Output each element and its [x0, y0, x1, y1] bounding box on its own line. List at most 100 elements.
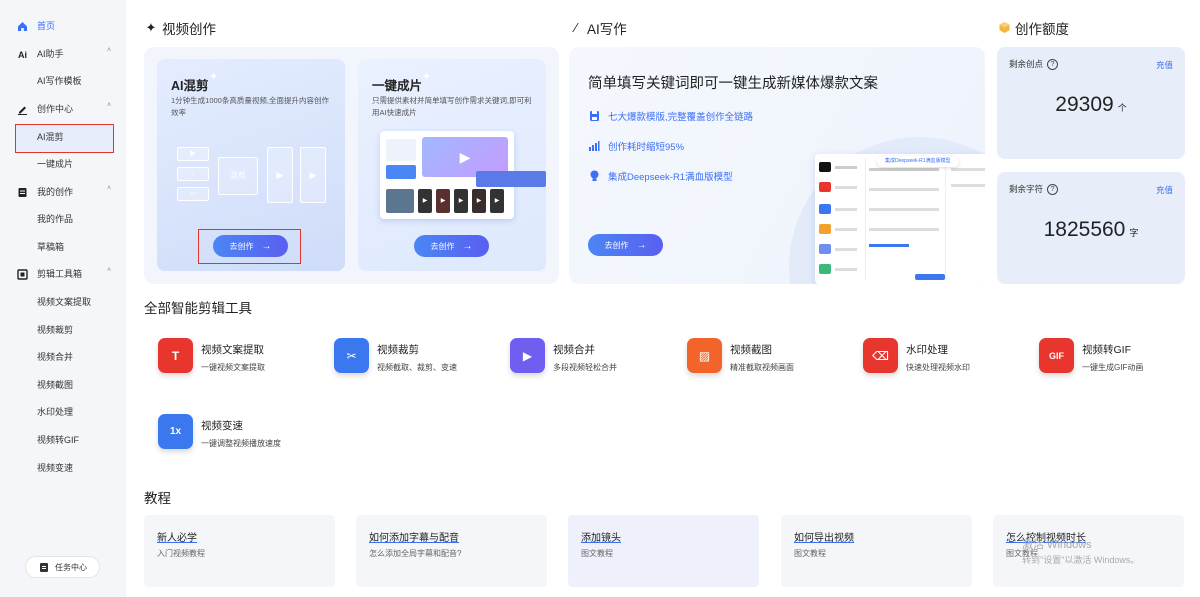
card-title: 一键成片 [372, 79, 423, 93]
sidebar-group-creation-center[interactable]: 创作中心 ˄ [0, 96, 126, 122]
tutorial-title: 如何添加字幕与配音 [369, 533, 459, 544]
sidebar-item-label: AI写作模板 [37, 76, 82, 86]
sidebar-item-label: 剪辑工具箱 [37, 269, 83, 279]
tool-watermark[interactable]: ⌫ 水印处理 快速处理视频水印 [863, 338, 970, 378]
sidebar-item-label: 视频文案提取 [37, 297, 92, 307]
tutorial-card[interactable]: 添加镜头 图文教程 [568, 515, 759, 587]
sidebar-item-video-screenshot[interactable]: 视频截图 [0, 372, 126, 398]
sidebar-item-video-merge[interactable]: 视频合并 [0, 344, 126, 370]
chevron-up-icon: ˄ [107, 267, 112, 274]
go-button-highlight-box [198, 229, 301, 264]
sparkle-icon: ✦ [209, 71, 219, 83]
save-icon [588, 110, 600, 122]
tool-desc: 快速处理视频水印 [906, 363, 970, 372]
heading-text: AI写作 [587, 22, 627, 37]
sidebar-item-video-crop[interactable]: 视频裁剪 [0, 317, 126, 343]
merge-icon: ▶ [510, 338, 545, 373]
card-description: 1分钟生成1000条高质量视频,全面提升内容创作效率 [171, 96, 329, 117]
sidebar-item-label: 首页 [37, 21, 56, 31]
tutorial-desc: 怎么添加全局字幕和配音? [369, 549, 462, 558]
toolbox-icon [17, 269, 28, 280]
sidebar-item-label: 视频裁剪 [37, 325, 74, 335]
coin-icon [997, 21, 1011, 35]
play-icon: ▶ [267, 147, 293, 203]
sidebar-item-ai-writing-template[interactable]: AI写作模板 [0, 68, 126, 94]
sidebar-item-drafts[interactable]: 草稿箱 [0, 234, 126, 260]
tutorial-card[interactable]: 新人必学 入门视频教程 [144, 515, 335, 587]
ai-writing-go-button[interactable]: 去创作 → [588, 234, 663, 256]
sparkle-icon: ✦ [145, 20, 157, 35]
sidebar-item-label: 一键成片 [37, 159, 74, 169]
speed-icon: 1x [158, 414, 193, 449]
tutorial-card[interactable]: 如何导出视频 图文教程 [781, 515, 972, 587]
tool-title: 视频合并 [553, 344, 595, 356]
pen-icon [17, 104, 28, 115]
chevron-up-icon: ˄ [107, 47, 112, 54]
magic-wand-icon: ⁄ [574, 20, 578, 35]
sidebar-item-label: 创作中心 [37, 104, 74, 114]
feature-text: 创作耗时缩短95% [608, 142, 685, 153]
mix-tile: 混剪 [218, 157, 258, 195]
chars-label: 剩余字符? [1009, 183, 1059, 195]
recharge-credits-link[interactable]: 充值 [1156, 59, 1173, 71]
sidebar-item-watermark[interactable]: 水印处理 [0, 399, 126, 425]
task-center-button[interactable]: 任务中心 [25, 556, 100, 578]
tool-video-speed[interactable]: 1x 视频变速 一键调整视频播放速度 [158, 414, 281, 454]
sidebar-item-one-click-video[interactable]: 一键成片 [0, 151, 126, 177]
help-icon: ? [1047, 58, 1059, 70]
feature-item: 集成Deepseek-R1满血版模型 [588, 169, 733, 183]
tool-desc: 一键视频文案提取 [201, 363, 265, 372]
one-click-video-card[interactable]: 一键成片 ✦ 只需提供素材并简单填写创作需求关键词,即可利用AI快速成片 ▶ ▶… [358, 59, 546, 271]
tool-video-crop[interactable]: ✂ 视频裁剪 视频截取、裁剪、变速 [334, 338, 457, 378]
windows-activation-watermark: 激活 Windows 转到"设置"以激活 Windows。 [1022, 538, 1139, 568]
tool-video-to-gif[interactable]: GIF 视频转GIF 一键生成GIF动画 [1039, 338, 1143, 378]
tool-title: 水印处理 [906, 344, 948, 356]
sidebar-item-text-extract[interactable]: 视频文案提取 [0, 289, 126, 315]
bulb-icon [588, 170, 600, 182]
tool-desc: 一键生成GIF动画 [1082, 363, 1144, 372]
tutorial-desc: 图文教程 [794, 549, 826, 558]
tool-video-screenshot[interactable]: ▨ 视频截图 精准截取视频画面 [687, 338, 794, 378]
tool-text-extract[interactable]: T 视频文案提取 一键视频文案提取 [158, 338, 265, 378]
button-label: 去创作 [604, 240, 629, 250]
sidebar-item-label: 草稿箱 [37, 242, 65, 252]
one-click-video-go-button[interactable]: 去创作 → [414, 235, 489, 257]
sidebar-group-my-creations[interactable]: 我的创作 ˄ [0, 179, 126, 205]
tutorial-desc: 图文教程 [581, 549, 613, 558]
sidebar-group-ai-assistant[interactable]: Ai AI助手 ˄ [0, 41, 126, 67]
credits-value: 29309 个 [1055, 93, 1127, 116]
tool-title: 视频变速 [201, 420, 243, 432]
watermark-line: 转到"设置"以激活 Windows。 [1022, 555, 1140, 565]
sidebar-item-ai-mix[interactable]: AI混剪 [0, 124, 126, 150]
sidebar-item-label: 我的创作 [37, 187, 74, 197]
sidebar-group-toolbox[interactable]: 剪辑工具箱 ˄ [0, 261, 126, 287]
sidebar-item-my-works[interactable]: 我的作品 [0, 206, 126, 232]
task-icon [40, 562, 48, 572]
sidebar-item-label: 我的作品 [37, 214, 74, 224]
deepseek-tag: 集成Deepseek-R1满血版模型 [877, 156, 959, 167]
sidebar-item-video-to-gif[interactable]: 视频转GIF [0, 427, 126, 453]
tool-title: 视频文案提取 [201, 344, 264, 356]
sidebar: 首页 Ai AI助手 ˄ AI写作模板 创作中心 ˄ AI混剪 一键成片 我的创… [0, 0, 126, 597]
ai-writing-title: 简单填写关键词即可一键生成新媒体爆款文案 [588, 76, 878, 92]
sparkle-icon: ✦ [422, 71, 432, 83]
screenshot-icon: ▨ [687, 338, 722, 373]
sidebar-item-label: 视频合并 [37, 352, 74, 362]
video-creation-heading: ✦ 视频创作 [144, 18, 216, 38]
feature-item: 七大爆款模版,完整覆盖创作全链路 [588, 109, 753, 123]
sidebar-item-label: AI混剪 [37, 132, 64, 142]
tool-desc: 精准截取视频画面 [730, 363, 794, 372]
home-icon [17, 21, 28, 32]
card-description: 只需提供素材并简单填写创作需求关键词,即可利用AI快速成片 [372, 96, 532, 117]
tutorial-card[interactable]: 如何添加字幕与配音 怎么添加全局字幕和配音? [356, 515, 547, 587]
sidebar-item-video-speed[interactable]: 视频变速 [0, 455, 126, 481]
recharge-chars-link[interactable]: 充值 [1156, 184, 1173, 196]
tools-heading: 全部智能剪辑工具 [144, 301, 252, 316]
heading-text: 创作额度 [1015, 22, 1069, 37]
ai-writing-preview [815, 154, 985, 284]
chars-value: 1825560 字 [1043, 218, 1139, 241]
feature-item: 创作耗时缩短95% [588, 139, 684, 153]
task-center-label: 任务中心 [55, 562, 87, 572]
tool-video-merge[interactable]: ▶ 视频合并 多段视频轻松合并 [510, 338, 617, 378]
sidebar-item-home[interactable]: 首页 [0, 13, 126, 39]
